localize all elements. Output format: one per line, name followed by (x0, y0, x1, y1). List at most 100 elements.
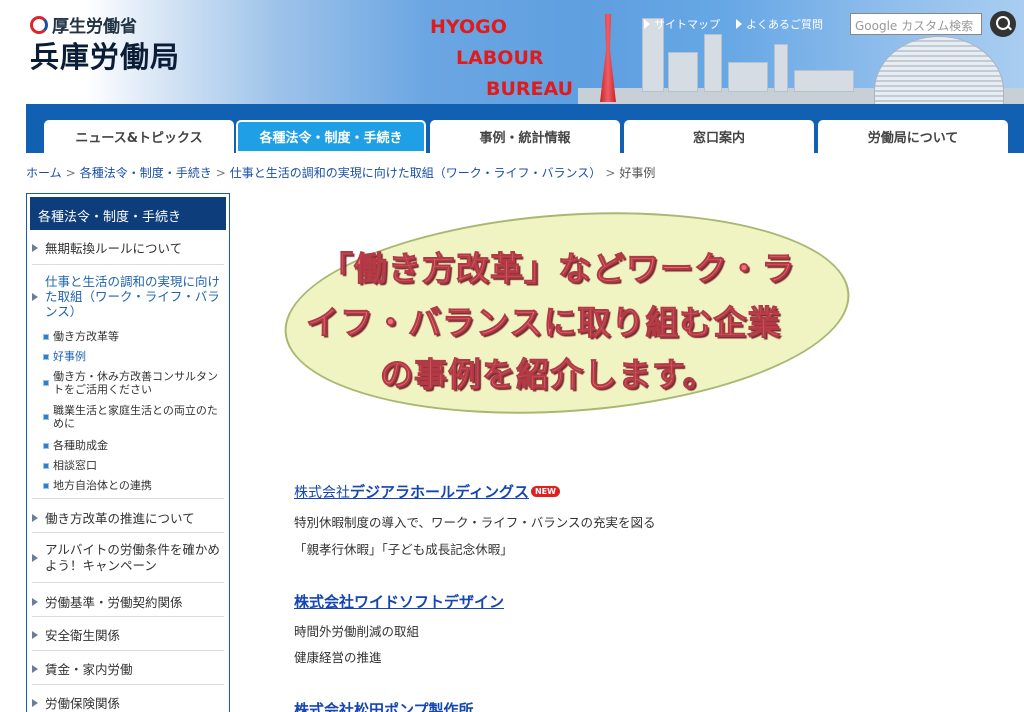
case-description: 「親孝行休暇」「子ども成長記念休暇」 (294, 542, 513, 557)
case-link-digiara[interactable]: 株式会社デジアラホールディングス NEW (294, 481, 560, 502)
subitem-label: 各種助成金 (53, 439, 108, 452)
english-line-1: HYOGO (430, 16, 507, 38)
sidebar-item-wages[interactable]: 賃金・家内労働 (32, 659, 224, 678)
arrow-right-icon (32, 630, 38, 639)
company-name: 株式会社ワイドソフトデザイン (294, 593, 505, 611)
sidebar-item-safety-health[interactable]: 安全衛生関係 (32, 625, 224, 644)
bullet-square-icon (43, 353, 49, 360)
sidebar-subitem-subsidies[interactable]: 各種助成金 (43, 439, 225, 452)
bullet-square-icon (43, 414, 49, 420)
subitem-label: 職業生活と家庭生活との両立のために (53, 404, 218, 430)
tab-about-bureau[interactable]: 労働局について (818, 120, 1008, 153)
english-line-2: LABOUR (456, 47, 544, 69)
breadcrumb-separator: > (605, 166, 616, 180)
subitem-label: 好事例 (53, 350, 86, 363)
skyline-building (728, 62, 768, 92)
case-description: 特別休暇制度の導入で、ワーク・ライフ・バランスの充実を図る (294, 515, 656, 530)
company-name: デジアラホールディングス (350, 483, 529, 501)
sidebar-subitem-consultation[interactable]: 相談窓口 (43, 459, 225, 472)
skyline-building (668, 52, 698, 92)
breadcrumb-laws[interactable]: 各種法令・制度・手続き (80, 166, 212, 180)
bureau-title[interactable]: 兵庫労働局 (30, 34, 180, 76)
arrow-right-icon (736, 19, 742, 29)
sitemap-label: サイトマップ (654, 18, 720, 31)
sitemap-link[interactable]: サイトマップ (644, 16, 720, 32)
sidebar-item-label: 仕事と生活の調和の実現に向けた取組（ワーク・ライフ・バランス） (45, 274, 221, 319)
arrow-right-icon (32, 698, 38, 707)
sidebar-divider (32, 532, 224, 533)
faq-link[interactable]: よくあるご質問 (736, 16, 823, 32)
sidebar-item-indefinite-conversion[interactable]: 無期転換ルールについて (32, 238, 224, 257)
sidebar-item-label: アルバイトの労働条件を確かめよう！キャンペーン (45, 542, 220, 573)
faq-label: よくあるご質問 (746, 18, 823, 31)
breadcrumb-separator: > (215, 166, 226, 180)
arrow-right-icon (32, 243, 38, 252)
tab-laws-procedures[interactable]: 各種法令・制度・手続き (236, 120, 426, 153)
arrow-right-icon (32, 664, 38, 673)
global-nav: ニュース&トピックス 各種法令・制度・手続き 事例・統計情報 窓口案内 労働局に… (26, 104, 1024, 153)
sidebar-divider (32, 684, 224, 685)
banner-text-line: イフ・バランスに取り組む企業 (305, 303, 782, 343)
breadcrumb-separator: > (65, 166, 76, 180)
subitem-label: 相談窓口 (53, 459, 97, 472)
tab-cases-statistics[interactable]: 事例・統計情報 (430, 120, 620, 153)
sidebar-item-labor-standards[interactable]: 労働基準・労働契約関係 (32, 592, 224, 611)
case-link-matsuda-pump[interactable]: 株式会社松田ポンプ製作所 (294, 699, 474, 712)
sidebar-subitem-reform[interactable]: 働き方改革等 (43, 330, 225, 343)
search-icon[interactable] (990, 11, 1016, 37)
sidebar-divider (32, 498, 224, 499)
subitem-label: 働き方・休み方改善コンサルタントをご活用ください (53, 370, 218, 396)
sidebar-item-part-time-campaign[interactable]: アルバイトの労働条件を確かめよう！キャンペーン (32, 542, 224, 574)
port-tower-icon (600, 14, 616, 102)
subitem-label: 地方自治体との連携 (53, 479, 152, 492)
bullet-square-icon (43, 333, 49, 340)
banner-text-line: 「働き方改革」などワーク・ラ (319, 249, 796, 289)
sidebar-item-label: 安全衛生関係 (45, 628, 121, 643)
bullet-square-icon (43, 462, 49, 469)
case-description: 時間外労働削減の取組 (294, 624, 420, 639)
sidebar-subitem-good-cases[interactable]: 好事例 (43, 350, 225, 363)
sidebar-subitem-family-balance[interactable]: 職業生活と家庭生活との両立のために (43, 404, 225, 430)
new-badge: NEW (530, 486, 560, 497)
tab-news[interactable]: ニュース&トピックス (44, 120, 234, 153)
company-prefix: 株式会社 (294, 485, 350, 501)
arrow-right-icon (32, 597, 38, 606)
skyline-building (704, 34, 722, 92)
breadcrumb-home[interactable]: ホーム (26, 166, 62, 180)
bullet-square-icon (43, 482, 49, 489)
english-line-3: BUREAU (486, 78, 574, 100)
subitem-label: 働き方改革等 (53, 330, 119, 343)
sidebar-subitem-consultant[interactable]: 働き方・休み方改善コンサルタントをご活用ください (43, 370, 225, 396)
sidebar-divider (32, 650, 224, 651)
sidebar-item-label: 働き方改革の推進について (45, 511, 195, 526)
sidebar-divider (32, 582, 224, 583)
arrow-right-icon (32, 554, 38, 562)
breadcrumb-work-life-balance[interactable]: 仕事と生活の調和の実現に向けた取組（ワーク・ライフ・バランス） (230, 166, 602, 180)
sidebar-divider (32, 264, 224, 265)
sidebar-item-label: 無期転換ルールについて (45, 241, 183, 256)
site-header: 厚生労働省 兵庫労働局 HYOGO LABOUR BUREAU サイトマップ よ… (26, 0, 1024, 104)
banner-text-line: の事例を紹介します。 (380, 355, 717, 395)
sidebar-subitem-local-government[interactable]: 地方自治体との連携 (43, 479, 225, 492)
sidebar-item-label: 賃金・家内労働 (45, 662, 133, 677)
search-input[interactable]: Google カスタム検索 (850, 13, 982, 35)
sidebar-item-work-life-balance[interactable]: 仕事と生活の調和の実現に向けた取組（ワーク・ライフ・バランス） (32, 274, 224, 319)
sidebar-divider (32, 616, 224, 617)
tab-counters[interactable]: 窓口案内 (624, 120, 814, 153)
skyline-building (774, 44, 788, 92)
sidebar-item-reform-promotion[interactable]: 働き方改革の推進について (32, 508, 224, 527)
bullet-square-icon (43, 380, 49, 386)
sidebar-item-labor-insurance[interactable]: 労働保険関係 (32, 693, 224, 712)
sidebar-heading[interactable]: 各種法令・制度・手続き (30, 197, 226, 230)
case-description: 健康経営の推進 (294, 650, 382, 665)
case-link-widesoft[interactable]: 株式会社ワイドソフトデザイン (294, 591, 504, 612)
skyline-building (794, 70, 854, 92)
ministry-mark-icon (30, 15, 48, 34)
dome-building (874, 36, 1004, 104)
company-name: 株式会社松田ポンプ製作所 (294, 701, 474, 712)
breadcrumb-current: 好事例 (619, 166, 656, 180)
breadcrumb: ホーム > 各種法令・制度・手続き > 仕事と生活の調和の実現に向けた取組（ワーク・ライ… (26, 164, 655, 181)
arrow-right-icon (644, 19, 650, 29)
sidebar: 各種法令・制度・手続き 無期転換ルールについて 仕事と生活の調和の実現に向けた取… (26, 193, 230, 712)
sidebar-item-label: 労働保険関係 (45, 696, 121, 711)
